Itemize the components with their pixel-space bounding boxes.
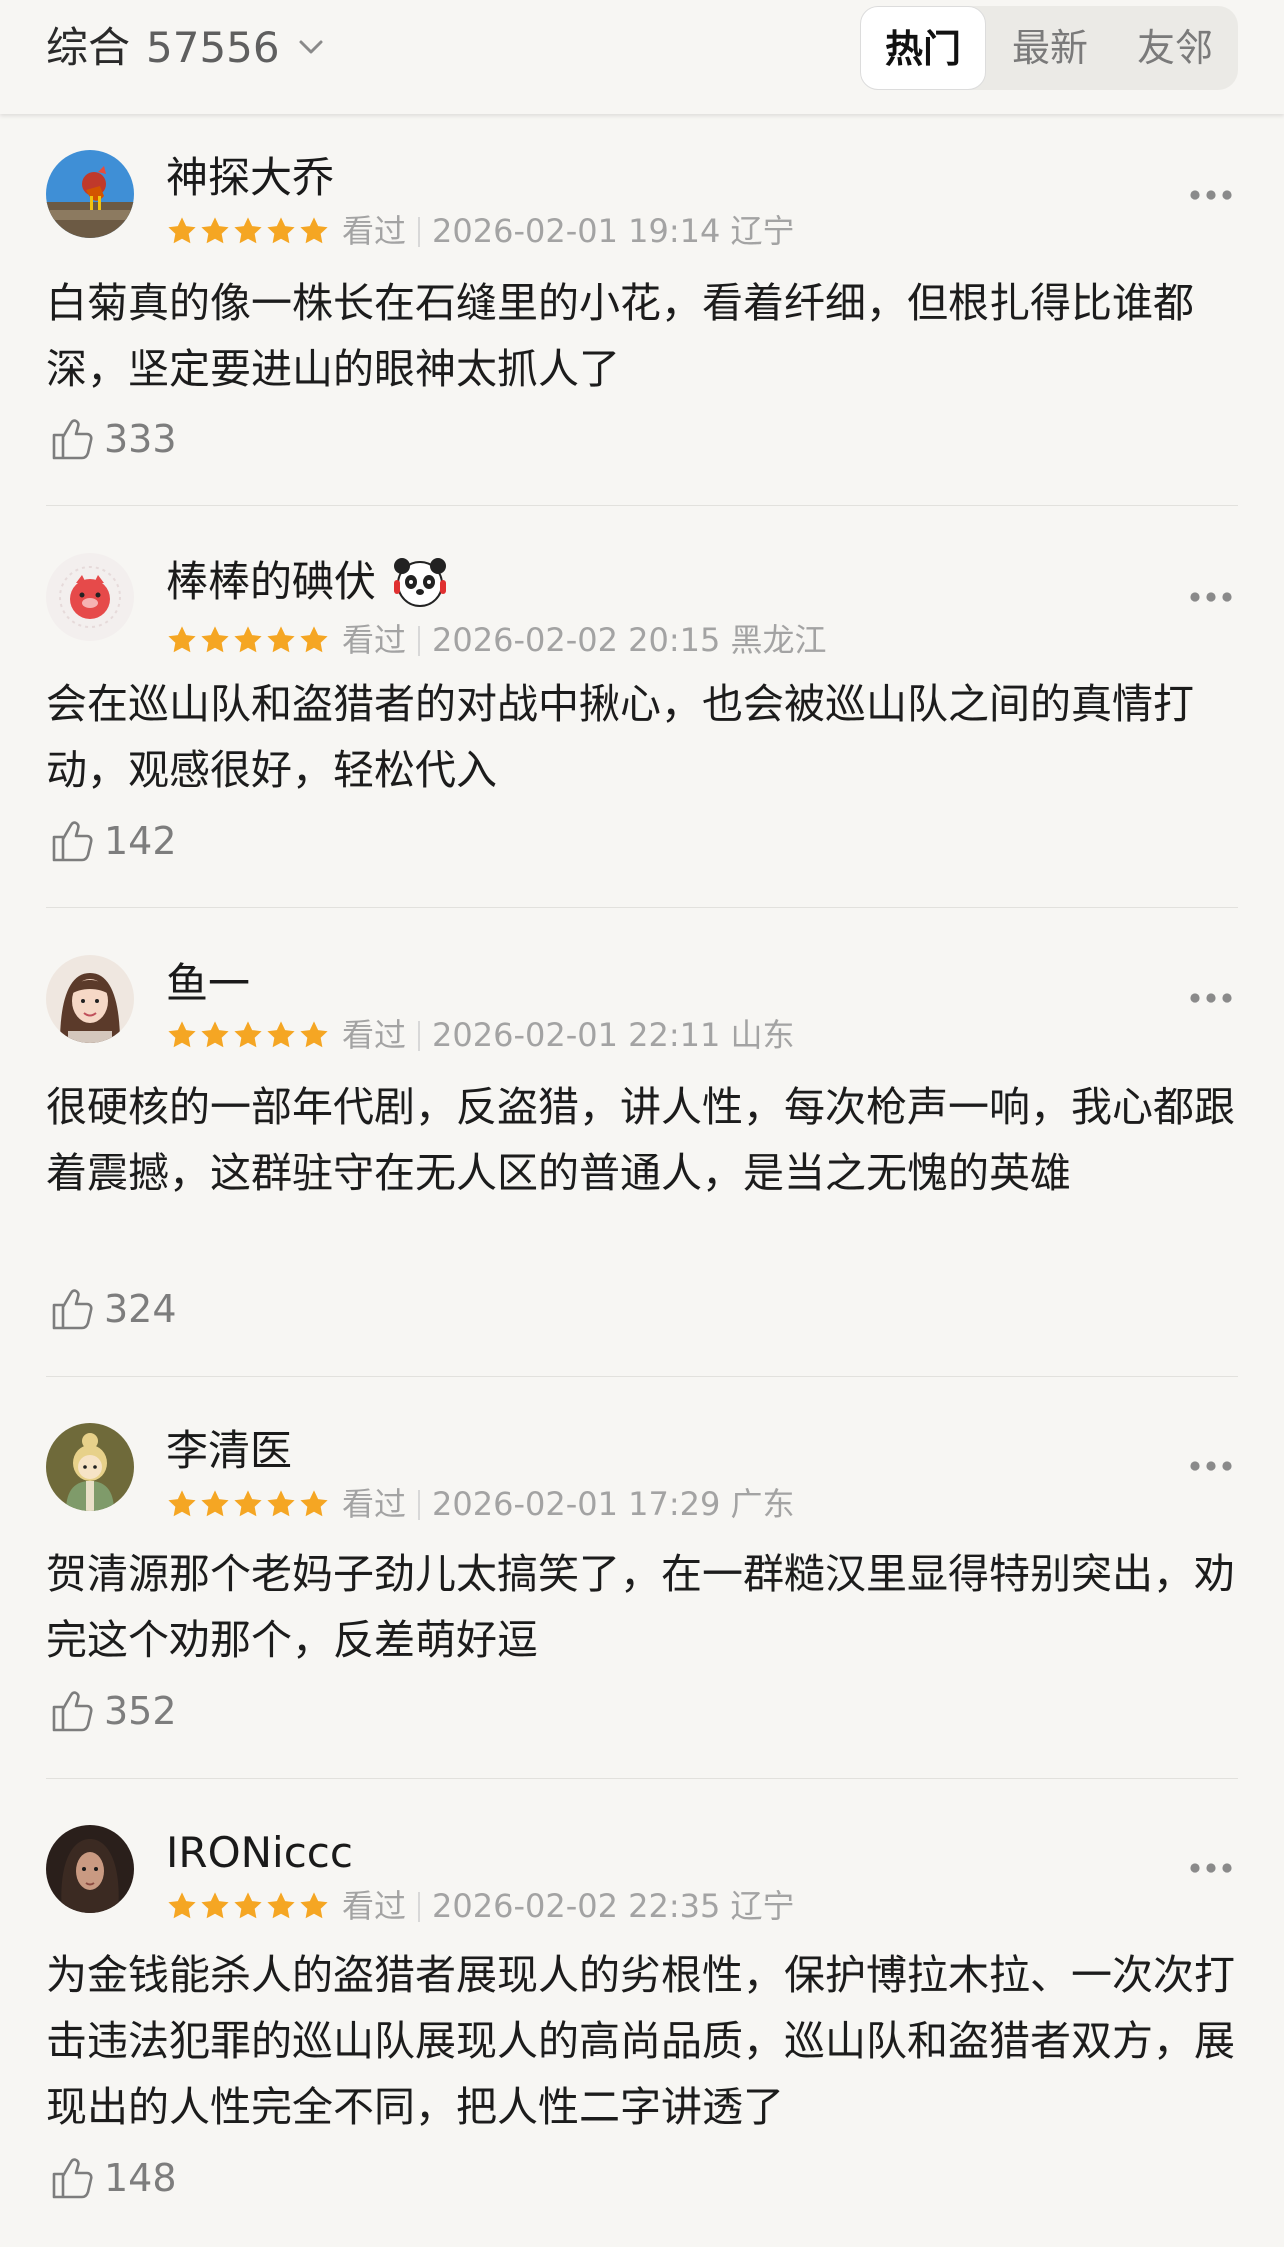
avatar[interactable] <box>46 150 134 238</box>
like-count[interactable]: 148 <box>104 2153 177 2203</box>
username[interactable]: 李清医 <box>166 1425 292 1477</box>
divider <box>418 1892 421 1922</box>
watch-status: 看过 <box>342 1485 407 1523</box>
rating-stars-icon <box>166 215 330 247</box>
thumbs-up-icon[interactable] <box>48 1284 98 1334</box>
username[interactable]: 鱼一 <box>166 958 250 1010</box>
comment-divider <box>46 505 1238 506</box>
tab-friends[interactable]: 友邻 <box>1112 6 1238 90</box>
like-count[interactable]: 333 <box>104 414 177 464</box>
comment-divider <box>46 907 1238 908</box>
avatar[interactable] <box>46 553 134 641</box>
comment-text: 贺清源那个老妈子劲儿太搞笑了，在一群糙汉里显得特别突出，劝完这个劝那个，反差萌好… <box>46 1550 1235 1664</box>
avatar[interactable] <box>46 1825 134 1913</box>
avatar[interactable] <box>46 1423 134 1511</box>
divider <box>418 1490 421 1520</box>
divider <box>418 217 421 247</box>
thumbs-up-icon[interactable] <box>48 1686 98 1736</box>
more-icon[interactable] <box>1188 590 1234 604</box>
more-icon[interactable] <box>1188 1861 1234 1875</box>
watch-status: 看过 <box>342 621 407 659</box>
thumbs-up-icon[interactable] <box>48 2153 98 2203</box>
comments-header: 综合 57556 热门 最新 友邻 <box>0 0 1284 114</box>
comment-text: 很硬核的一部年代剧，反盗猎，讲人性，每次枪声一响，我心都跟着震撼，这群驻守在无人… <box>46 1083 1235 1197</box>
comment-text: 会在巡山队和盗猎者的对战中揪心，也会被巡山队之间的真情打动，观感很好，轻松代入 <box>46 680 1194 794</box>
more-icon[interactable] <box>1188 188 1234 202</box>
username[interactable]: IRONiccc <box>166 1827 353 1879</box>
more-icon[interactable] <box>1188 1459 1234 1473</box>
divider <box>418 1021 421 1051</box>
tab-latest[interactable]: 最新 <box>988 6 1112 90</box>
divider <box>418 626 421 656</box>
like-count[interactable]: 352 <box>104 1686 177 1736</box>
thumbs-up-icon[interactable] <box>48 414 98 464</box>
username[interactable]: 神探大乔 <box>166 152 334 204</box>
comment-meta: 2026-02-02 20:15 黑龙江 <box>432 621 827 659</box>
rating-stars-icon <box>166 1488 330 1520</box>
rating-stars-icon <box>166 1890 330 1922</box>
username[interactable]: 棒棒的碘伏 <box>166 556 376 608</box>
comment-meta: 2026-02-02 22:35 辽宁 <box>432 1887 795 1925</box>
tab-hot[interactable]: 热门 <box>860 6 986 90</box>
thumbs-up-icon[interactable] <box>48 816 98 866</box>
watch-status: 看过 <box>342 1016 407 1054</box>
more-icon[interactable] <box>1188 991 1234 1005</box>
watch-status: 看过 <box>342 1887 407 1925</box>
avatar[interactable] <box>46 955 134 1043</box>
like-count[interactable]: 142 <box>104 816 177 866</box>
sort-label[interactable]: 综合 <box>46 20 130 76</box>
comment-meta: 2026-02-01 22:11 山东 <box>432 1016 795 1054</box>
comment-meta: 2026-02-01 17:29 广东 <box>432 1485 795 1523</box>
rating-stars-icon <box>166 624 330 656</box>
sort-tabs: 热门 最新 友邻 <box>860 6 1238 90</box>
comment-text: 白菊真的像一株长在石缝里的小花，看着纤细，但根扎得比谁都深，坚定要进山的眼神太抓… <box>46 279 1194 393</box>
comment-divider <box>46 1778 1238 1779</box>
like-count[interactable]: 324 <box>104 1284 177 1334</box>
comment-divider <box>46 1376 1238 1377</box>
rating-stars-icon <box>166 1019 330 1051</box>
comment-count[interactable]: 57556 <box>146 20 280 76</box>
watch-status: 看过 <box>342 212 407 250</box>
comment-text: 为金钱能杀人的盗猎者展现人的劣根性，保护博拉木拉、一次次打击违法犯罪的巡山队展现… <box>46 1951 1235 2131</box>
comment-meta: 2026-02-01 19:14 辽宁 <box>432 212 795 250</box>
chevron-down-icon[interactable] <box>296 32 326 62</box>
panda-badge-icon <box>394 558 447 607</box>
